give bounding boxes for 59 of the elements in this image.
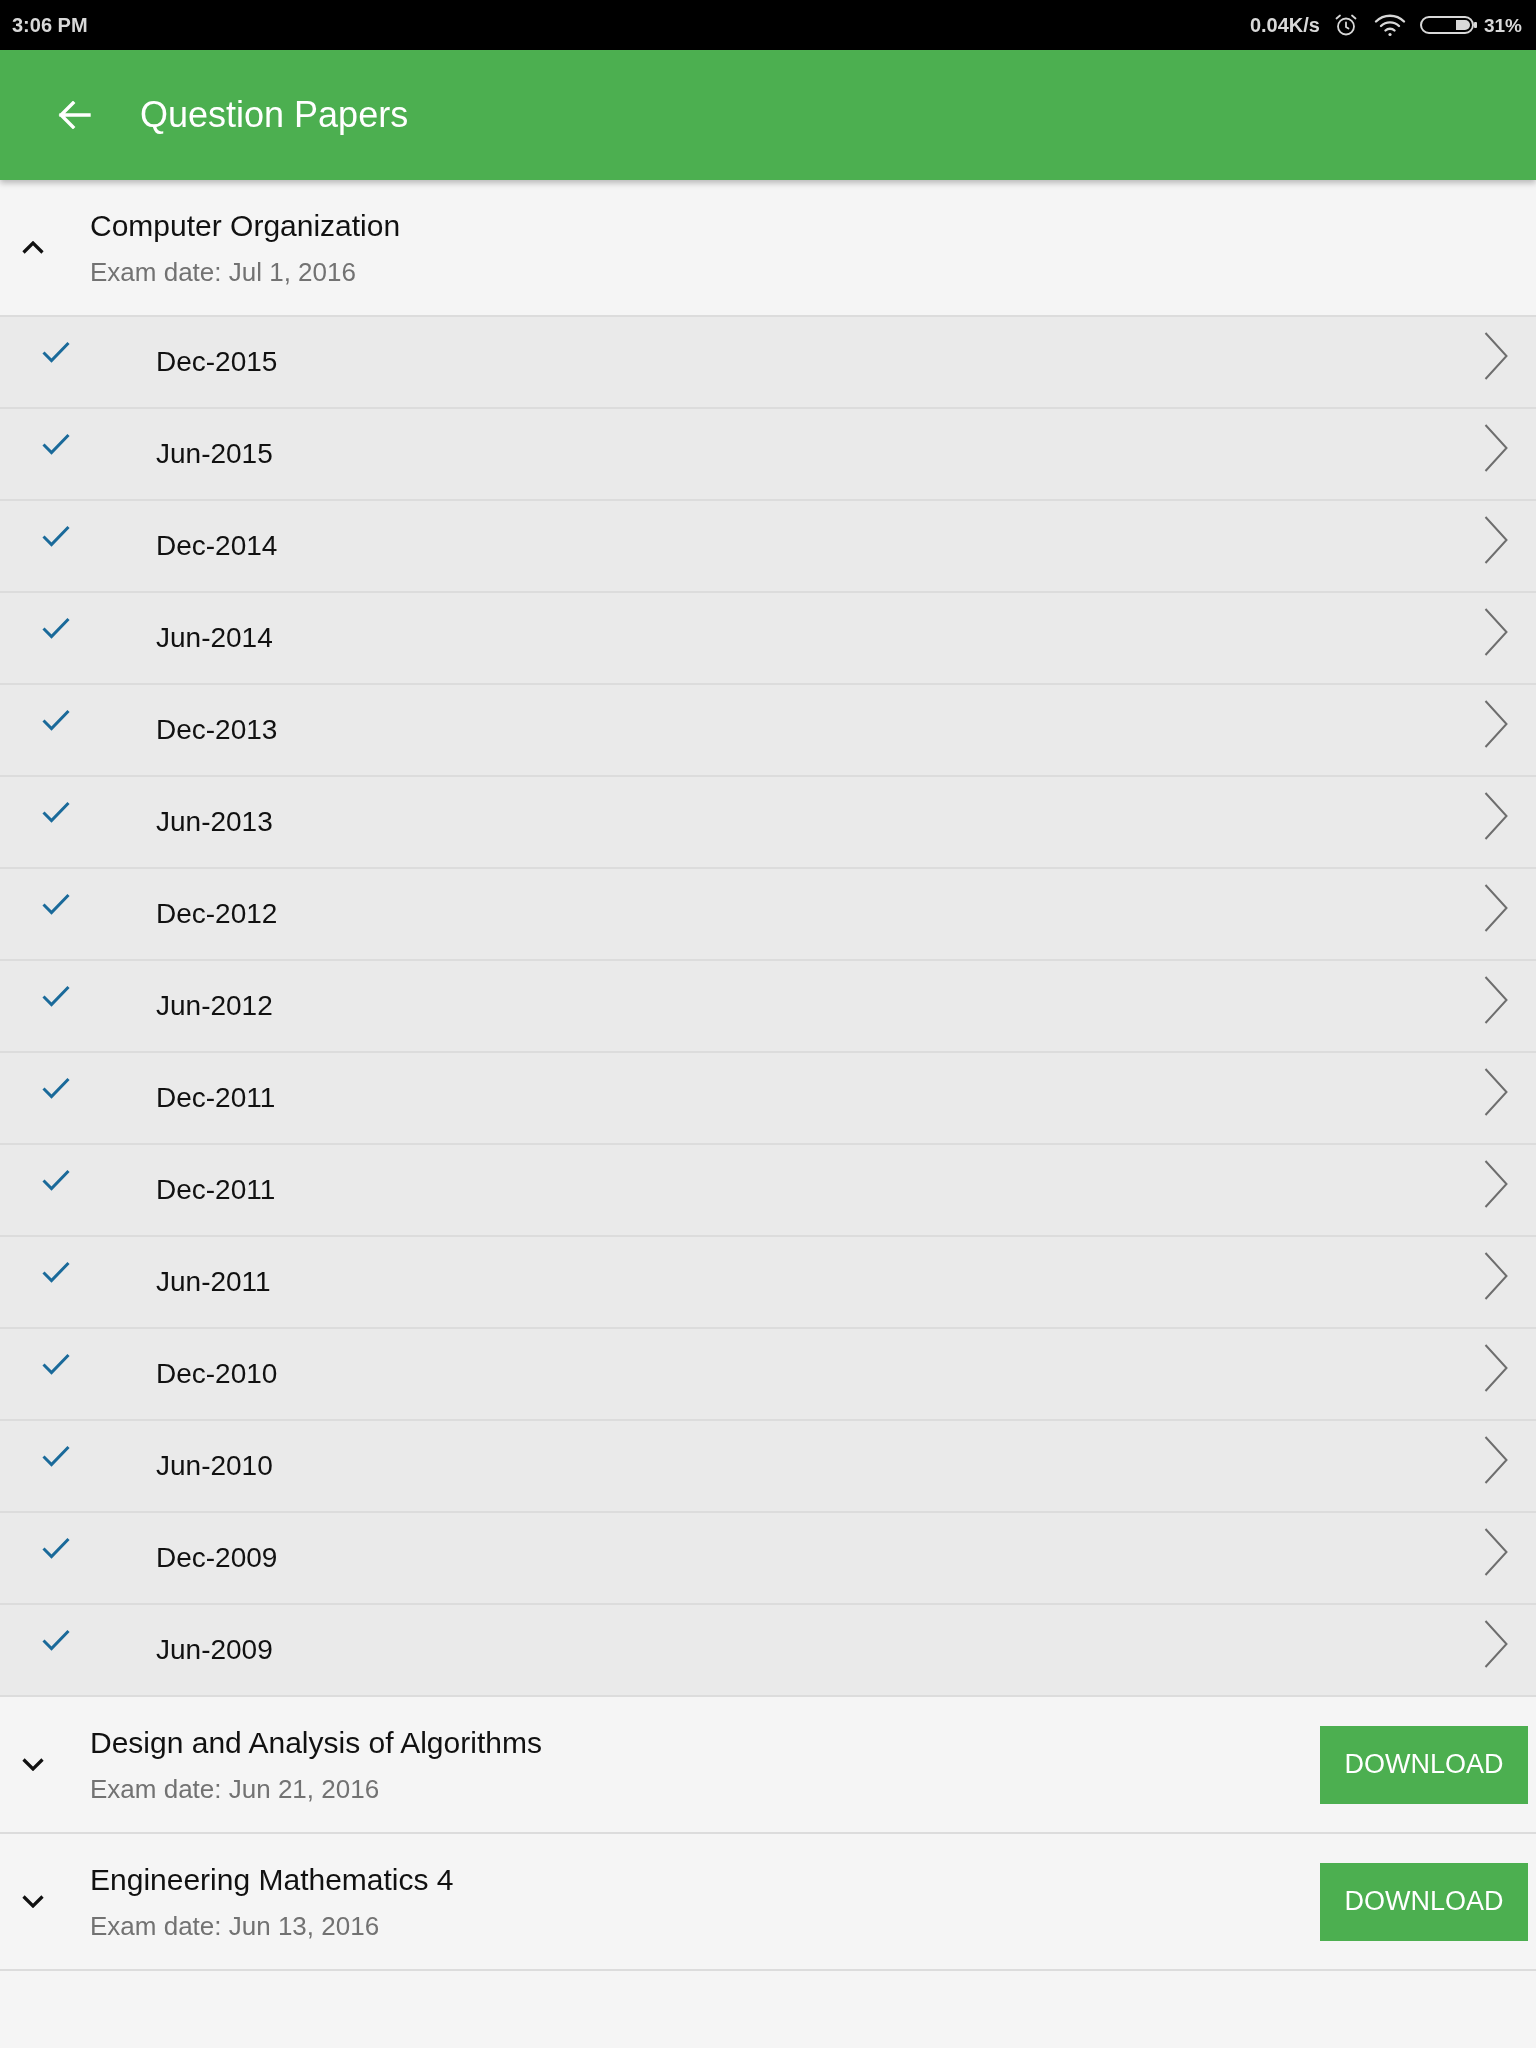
chevron-right-icon (1484, 884, 1508, 932)
paper-label: Dec-2011 (156, 1176, 276, 1204)
back-arrow-icon (57, 101, 91, 129)
chevron-right-icon (1484, 1160, 1508, 1208)
exam-date: Exam date: Jun 13, 2016 (90, 1912, 381, 1939)
chevron-right-icon (1484, 792, 1508, 840)
exam-date: Exam date: Jun 21, 2016 (90, 1775, 381, 1802)
chevron-right-icon (1484, 976, 1508, 1024)
paper-label: Dec-2014 (156, 532, 278, 560)
paper-row[interactable]: Dec-2014 (0, 501, 1536, 593)
paper-row[interactable]: Jun-2015 (0, 409, 1536, 501)
app-bar-title: Question Papers (140, 97, 409, 133)
paper-label: Dec-2009 (156, 1544, 278, 1572)
status-time: 3:06 PM (12, 15, 88, 35)
chevron-right-icon (1484, 700, 1508, 748)
paper-label: Jun-2013 (156, 808, 273, 836)
chevron-right-icon (1484, 516, 1508, 564)
paper-row[interactable]: Dec-2011 (0, 1053, 1536, 1145)
paper-label: Jun-2012 (156, 992, 273, 1020)
paper-label: Jun-2014 (156, 624, 273, 652)
paper-row[interactable]: Dec-2013 (0, 685, 1536, 777)
battery-icon (1419, 15, 1478, 35)
paper-row[interactable]: Jun-2011 (0, 1237, 1536, 1329)
battery-percent: 31% (1483, 15, 1522, 35)
paper-label: Dec-2011 (156, 1084, 276, 1112)
paper-row[interactable]: Dec-2010 (0, 1329, 1536, 1421)
chevron-right-icon (1484, 608, 1508, 656)
paper-row[interactable]: Dec-2012 (0, 869, 1536, 961)
paper-row[interactable]: Jun-2010 (0, 1421, 1536, 1513)
paper-row[interactable]: Dec-2009 (0, 1513, 1536, 1605)
paper-row[interactable]: Jun-2014 (0, 593, 1536, 685)
paper-label: Jun-2009 (156, 1636, 273, 1664)
chevron-right-icon (1484, 332, 1508, 380)
subject-title: Engineering Mathematics 4 (90, 1864, 454, 1895)
paper-label: Dec-2010 (156, 1360, 278, 1388)
paper-row[interactable]: Dec-2015 (0, 317, 1536, 409)
wifi-icon (1373, 13, 1406, 37)
chevron-right-icon (1484, 1068, 1508, 1116)
alarm-clock-icon (1333, 13, 1358, 37)
paper-label: Jun-2011 (156, 1268, 271, 1296)
paper-label: Dec-2012 (156, 900, 278, 928)
network-speed: 0.04K/s (1249, 15, 1320, 35)
chevron-right-icon (1484, 1252, 1508, 1300)
paper-row[interactable]: Jun-2013 (0, 777, 1536, 869)
paper-label: Dec-2015 (156, 348, 278, 376)
chevron-right-icon (1484, 1528, 1508, 1576)
exam-date: Exam date: Jul 1, 2016 (90, 258, 357, 285)
chevron-right-icon (1484, 1344, 1508, 1392)
subject-title: Design and Analysis of Algorithms (90, 1727, 542, 1758)
paper-label: Jun-2010 (156, 1452, 273, 1480)
paper-row[interactable]: Dec-2011 (0, 1145, 1536, 1237)
chevron-right-icon (1484, 424, 1508, 472)
paper-row[interactable]: Jun-2012 (0, 961, 1536, 1053)
paper-row[interactable]: Jun-2009 (0, 1605, 1536, 1697)
subject-title: Computer Organization (90, 210, 401, 241)
paper-label: Jun-2015 (156, 440, 273, 468)
chevron-right-icon (1484, 1436, 1508, 1484)
chevron-right-icon (1484, 1620, 1508, 1668)
paper-label: Dec-2013 (156, 716, 278, 744)
